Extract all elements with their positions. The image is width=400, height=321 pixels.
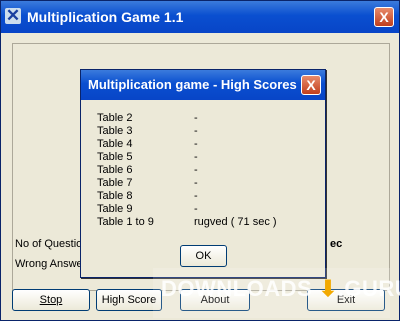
time-value-fragment: ec bbox=[330, 238, 343, 250]
download-arrow-icon: ⬇ bbox=[318, 276, 338, 301]
score-table-label: Table 1 to 9 bbox=[97, 216, 154, 228]
app-x-icon: ✕ bbox=[5, 6, 21, 25]
ok-button[interactable]: OK bbox=[180, 245, 227, 267]
score-row: Table 9 - bbox=[97, 203, 297, 216]
no-of-questions-label: No of Question bbox=[15, 238, 89, 250]
score-row: Table 5 - bbox=[97, 151, 297, 164]
score-value: - bbox=[194, 203, 198, 215]
title-bar[interactable]: ✕ Multiplication Game 1.1 X bbox=[1, 1, 399, 33]
watermark: DOWNLOADS ⬇.GURU bbox=[153, 268, 400, 318]
score-row: Table 6 - bbox=[97, 164, 297, 177]
score-row: Table 8 - bbox=[97, 190, 297, 203]
score-value: - bbox=[194, 112, 198, 124]
score-table-label: Table 2 bbox=[97, 112, 133, 124]
wrong-answers-label: Wrong Answe bbox=[15, 258, 83, 270]
score-table-label: Table 5 bbox=[97, 151, 133, 163]
stop-button[interactable]: Stop bbox=[12, 289, 90, 311]
score-row: Table 7 - bbox=[97, 177, 297, 190]
score-table-label: Table 7 bbox=[97, 177, 133, 189]
score-value: - bbox=[194, 151, 198, 163]
score-value: - bbox=[194, 138, 198, 150]
score-value: - bbox=[194, 125, 198, 137]
score-table-label: Table 9 bbox=[97, 203, 133, 215]
score-row: Table 3 - bbox=[97, 125, 297, 138]
watermark-main: DOWNLOADS bbox=[161, 276, 313, 301]
watermark-text: DOWNLOADS ⬇.GURU bbox=[161, 276, 400, 302]
score-value: - bbox=[194, 190, 198, 202]
dialog-title: Multiplication game - High Scores bbox=[88, 77, 297, 92]
score-table-label: Table 8 bbox=[97, 190, 133, 202]
score-value: - bbox=[194, 177, 198, 189]
score-value: - bbox=[194, 164, 198, 176]
high-score-button-label: High Score bbox=[101, 294, 157, 306]
dialog-close-button[interactable]: X bbox=[301, 75, 321, 95]
dialog-title-bar[interactable]: Multiplication game - High Scores X bbox=[81, 70, 325, 100]
high-scores-dialog: Multiplication game - High Scores X Tabl… bbox=[80, 69, 326, 278]
score-table-label: Table 3 bbox=[97, 125, 133, 137]
score-table-label: Table 6 bbox=[97, 164, 133, 176]
score-value: rugved ( 71 sec ) bbox=[194, 216, 277, 228]
watermark-suffix: .GURU bbox=[337, 276, 400, 301]
close-button[interactable]: X bbox=[374, 7, 394, 27]
high-scores-list: Table 2 - Table 3 - Table 4 - Table 5 - Tabl… bbox=[97, 112, 297, 229]
score-table-label: Table 4 bbox=[97, 138, 133, 150]
stop-button-label: Stop bbox=[39, 294, 63, 306]
window-title: Multiplication Game 1.1 bbox=[27, 9, 184, 25]
score-row: Table 2 - bbox=[97, 112, 297, 125]
score-row: Table 1 to 9 rugved ( 71 sec ) bbox=[97, 216, 297, 229]
score-row: Table 4 - bbox=[97, 138, 297, 151]
